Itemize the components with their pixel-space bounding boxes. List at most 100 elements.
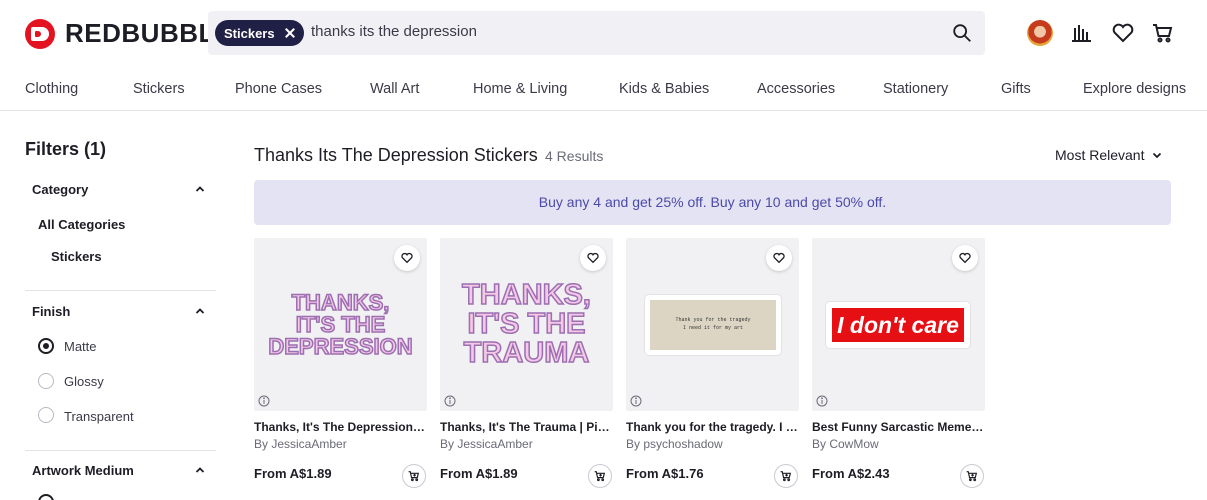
redbubble-logo[interactable]: REDBUBBLE [25, 18, 233, 49]
product-price: From A$1.76 [626, 466, 704, 481]
filters-title: Filters (1) [25, 139, 107, 159]
product-artist[interactable]: By JessicaAmber [254, 437, 347, 451]
nav-item-clothing[interactable]: Clothing [25, 81, 78, 97]
product-title[interactable]: Thank you for the tragedy. I need it for… [626, 420, 799, 434]
search-input[interactable] [311, 23, 911, 40]
add-cart-icon [780, 471, 792, 482]
add-cart-icon [408, 471, 420, 482]
divider [25, 450, 216, 451]
product-price: From A$2.43 [812, 466, 890, 481]
heart-icon [959, 252, 971, 264]
category-stickers[interactable]: Stickers [51, 249, 102, 264]
results-title: Thanks Its The Depression Stickers [254, 145, 538, 165]
product-card[interactable]: THANKS, IT'S THE TRAUMA Thanks, It's The… [440, 238, 613, 500]
sort-dropdown[interactable]: Most Relevant [1055, 147, 1162, 163]
search-filter-chip[interactable]: Stickers [215, 20, 304, 46]
product-artist[interactable]: By JessicaAmber [440, 437, 533, 451]
sticker-art-dont-care: I don't care [826, 302, 970, 348]
sticker-line: Thank you for the tragedy [675, 317, 751, 323]
favorite-button[interactable] [766, 245, 792, 271]
add-to-cart-button[interactable] [960, 464, 984, 488]
product-image[interactable]: I don't care [812, 238, 985, 411]
artwork-medium-filter-title[interactable]: Artwork Medium [32, 463, 134, 478]
finish-glossy-label[interactable]: Glossy [64, 374, 104, 389]
avatar[interactable] [1027, 20, 1053, 46]
sticker-line: I need it for my art [682, 325, 743, 331]
heart-icon [587, 252, 599, 264]
sticker-line: THANKS, [291, 290, 390, 315]
nav-item-phone-cases[interactable]: Phone Cases [235, 81, 322, 97]
nav-item-wall-art[interactable]: Wall Art [370, 81, 419, 97]
finish-matte-radio[interactable] [38, 338, 54, 354]
nav-item-explore-designs[interactable]: Explore designs [1083, 81, 1186, 97]
sticker-art-text: THANKS, IT'S THE DEPRESSION [254, 290, 427, 359]
sticker-line: THANKS, [461, 279, 591, 311]
product-title[interactable]: Best Funny Sarcastic Meme Sticker [812, 420, 985, 434]
artwork-medium-radio[interactable] [38, 494, 54, 500]
nav-item-home-living[interactable]: Home & Living [473, 81, 567, 97]
nav-item-gifts[interactable]: Gifts [1001, 81, 1031, 97]
finish-glossy-radio[interactable] [38, 373, 54, 389]
info-icon[interactable] [630, 395, 642, 407]
search-icon[interactable] [951, 22, 973, 44]
sticker-art-text: THANKS, IT'S THE TRAUMA [440, 279, 613, 369]
product-artist[interactable]: By psychoshadow [626, 437, 723, 451]
add-cart-icon [594, 471, 606, 482]
cart-icon[interactable] [1150, 20, 1176, 46]
category-filter-title[interactable]: Category [32, 182, 88, 197]
sticker-line: DEPRESSION [268, 334, 414, 359]
logo-icon [25, 18, 55, 49]
info-icon[interactable] [258, 395, 270, 407]
finish-matte-label[interactable]: Matte [64, 339, 97, 354]
product-price: From A$1.89 [440, 466, 518, 481]
favorite-button[interactable] [580, 245, 606, 271]
sticker-art-note: Thank you for the tragedy I need it for … [645, 295, 781, 355]
info-icon[interactable] [816, 395, 828, 407]
chevron-down-icon [1153, 152, 1162, 159]
nav-item-accessories[interactable]: Accessories [757, 81, 835, 97]
product-title[interactable]: Thanks, It's The Depression | Pink Stick… [254, 420, 427, 434]
stats-icon[interactable] [1069, 20, 1095, 46]
add-to-cart-button[interactable] [402, 464, 426, 488]
nav-item-kids-babies[interactable]: Kids & Babies [619, 81, 709, 97]
info-icon[interactable] [444, 395, 456, 407]
product-image[interactable]: THANKS, IT'S THE TRAUMA [440, 238, 613, 411]
heart-icon [401, 252, 413, 264]
heart-icon [773, 252, 785, 264]
chevron-up-icon[interactable] [195, 465, 205, 475]
add-to-cart-button[interactable] [588, 464, 612, 488]
chevron-up-icon[interactable] [195, 184, 205, 194]
finish-filter-title[interactable]: Finish [32, 304, 70, 319]
product-title[interactable]: Thanks, It's The Trauma | Pink Sticker [440, 420, 613, 434]
product-artist[interactable]: By CowMow [812, 437, 879, 451]
product-card[interactable]: THANKS, IT'S THE DEPRESSION Thanks, It's… [254, 238, 427, 500]
product-image[interactable]: THANKS, IT'S THE DEPRESSION [254, 238, 427, 411]
results-count: 4 Results [545, 148, 604, 164]
nav-item-stickers[interactable]: Stickers [133, 81, 185, 97]
product-card[interactable]: Thank you for the tragedy I need it for … [626, 238, 799, 500]
category-all[interactable]: All Categories [38, 217, 125, 232]
favorite-button[interactable] [952, 245, 978, 271]
sticker-line: I don't care [832, 308, 964, 342]
product-price: From A$1.89 [254, 466, 332, 481]
product-image[interactable]: Thank you for the tragedy I need it for … [626, 238, 799, 411]
chip-label: Stickers [224, 25, 275, 41]
add-cart-icon [966, 471, 978, 482]
favorite-button[interactable] [394, 245, 420, 271]
finish-transparent-label[interactable]: Transparent [64, 409, 134, 424]
nav-item-stationery[interactable]: Stationery [883, 81, 948, 97]
chevron-up-icon[interactable] [195, 306, 205, 316]
search-bar: Stickers [208, 11, 985, 55]
sticker-paper: Thank you for the tragedy I need it for … [650, 300, 776, 350]
finish-transparent-radio[interactable] [38, 407, 54, 423]
promo-banner: Buy any 4 and get 25% off. Buy any 10 an… [254, 180, 1171, 225]
sticker-line: TRAUMA [463, 337, 590, 369]
sticker-line: IT'S THE [295, 312, 386, 337]
product-card[interactable]: I don't care Best Funny Sarcastic Meme S… [812, 238, 985, 500]
category-nav: Clothing Stickers Phone Cases Wall Art H… [0, 78, 1207, 111]
add-to-cart-button[interactable] [774, 464, 798, 488]
heart-icon[interactable] [1110, 20, 1136, 46]
divider [25, 290, 216, 291]
close-icon[interactable] [282, 25, 298, 41]
sort-label: Most Relevant [1055, 147, 1145, 163]
